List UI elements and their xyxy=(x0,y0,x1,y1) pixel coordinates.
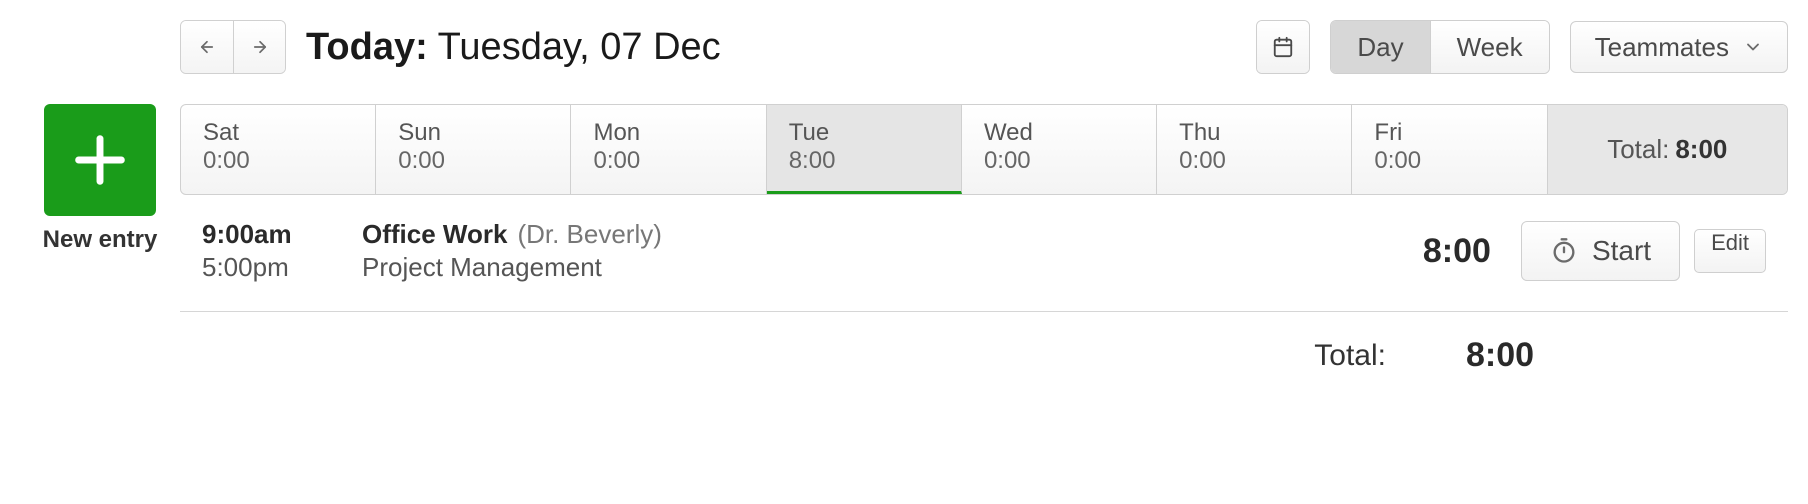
edit-entry-button[interactable]: Edit xyxy=(1694,229,1766,273)
entry-end-time: 5:00pm xyxy=(202,252,362,283)
day-cell-sat[interactable]: Sat 0:00 xyxy=(181,105,376,194)
entry-client: (Dr. Beverly) xyxy=(517,219,661,250)
new-entry-button[interactable] xyxy=(44,104,156,216)
day-name: Wed xyxy=(984,119,1134,147)
new-entry-section: New entry xyxy=(20,104,180,254)
day-cell-mon[interactable]: Mon 0:00 xyxy=(571,105,766,194)
day-name: Sat xyxy=(203,119,353,147)
teammates-dropdown[interactable]: Teammates xyxy=(1570,21,1788,73)
day-cell-sun[interactable]: Sun 0:00 xyxy=(376,105,571,194)
teammates-label: Teammates xyxy=(1595,32,1729,63)
next-button[interactable] xyxy=(233,21,285,73)
entry-task: Office Work xyxy=(362,219,507,250)
time-entry-row: 9:00am 5:00pm Office Work (Dr. Beverly) … xyxy=(180,195,1788,312)
prev-button[interactable] xyxy=(181,21,233,73)
entry-duration: 8:00 xyxy=(1423,232,1491,271)
footer-total-label: Total: xyxy=(1314,339,1386,373)
footer-total-row: Total: 8:00 xyxy=(180,312,1788,385)
calendar-button[interactable] xyxy=(1257,21,1309,73)
calendar-icon xyxy=(1272,36,1294,58)
day-cell-thu[interactable]: Thu 0:00 xyxy=(1157,105,1352,194)
entry-project: Project Management xyxy=(362,252,1423,283)
calendar-button-group xyxy=(1256,20,1310,74)
entry-start-time: 9:00am xyxy=(202,219,362,250)
stopwatch-icon xyxy=(1550,237,1578,265)
day-hours: 0:00 xyxy=(984,147,1134,175)
day-name: Fri xyxy=(1374,119,1524,147)
day-name: Tue xyxy=(789,119,939,147)
day-hours: 0:00 xyxy=(398,147,548,175)
view-toggle: Day Week xyxy=(1330,20,1549,74)
day-cell-tue[interactable]: Tue 8:00 xyxy=(767,105,962,194)
entry-description: Office Work (Dr. Beverly) Project Manage… xyxy=(362,219,1423,283)
view-week-button[interactable]: Week xyxy=(1430,21,1549,73)
day-hours: 0:00 xyxy=(203,147,353,175)
header-toolbar: Today: Tuesday, 07 Dec Day Week Teammate… xyxy=(180,20,1788,74)
chevron-down-icon xyxy=(1743,37,1763,57)
plus-icon xyxy=(68,128,132,192)
day-hours: 0:00 xyxy=(593,147,743,175)
day-cell-fri[interactable]: Fri 0:00 xyxy=(1352,105,1547,194)
day-hours: 8:00 xyxy=(789,147,939,175)
today-label: Today: xyxy=(306,26,428,68)
view-day-button[interactable]: Day xyxy=(1331,21,1429,73)
arrow-left-icon xyxy=(198,38,216,56)
day-hours: 0:00 xyxy=(1374,147,1524,175)
entry-time-range: 9:00am 5:00pm xyxy=(202,219,362,283)
day-cell-wed[interactable]: Wed 0:00 xyxy=(962,105,1157,194)
today-date: Tuesday, 07 Dec xyxy=(438,26,721,68)
strip-total: Total: 8:00 xyxy=(1548,105,1787,194)
start-timer-button[interactable]: Start xyxy=(1521,221,1680,281)
day-hours: 0:00 xyxy=(1179,147,1329,175)
strip-total-value: 8:00 xyxy=(1675,134,1727,165)
new-entry-label: New entry xyxy=(43,226,158,254)
start-timer-label: Start xyxy=(1592,235,1651,267)
arrow-right-icon xyxy=(251,38,269,56)
page-title: Today: Tuesday, 07 Dec xyxy=(306,26,721,69)
day-strip: Sat 0:00 Sun 0:00 Mon 0:00 Tue 8:00 Wed xyxy=(180,104,1788,195)
day-name: Thu xyxy=(1179,119,1329,147)
strip-total-label: Total: xyxy=(1607,134,1669,165)
footer-total-value: 8:00 xyxy=(1466,336,1766,375)
day-name: Mon xyxy=(593,119,743,147)
day-name: Sun xyxy=(398,119,548,147)
nav-arrows xyxy=(180,20,286,74)
